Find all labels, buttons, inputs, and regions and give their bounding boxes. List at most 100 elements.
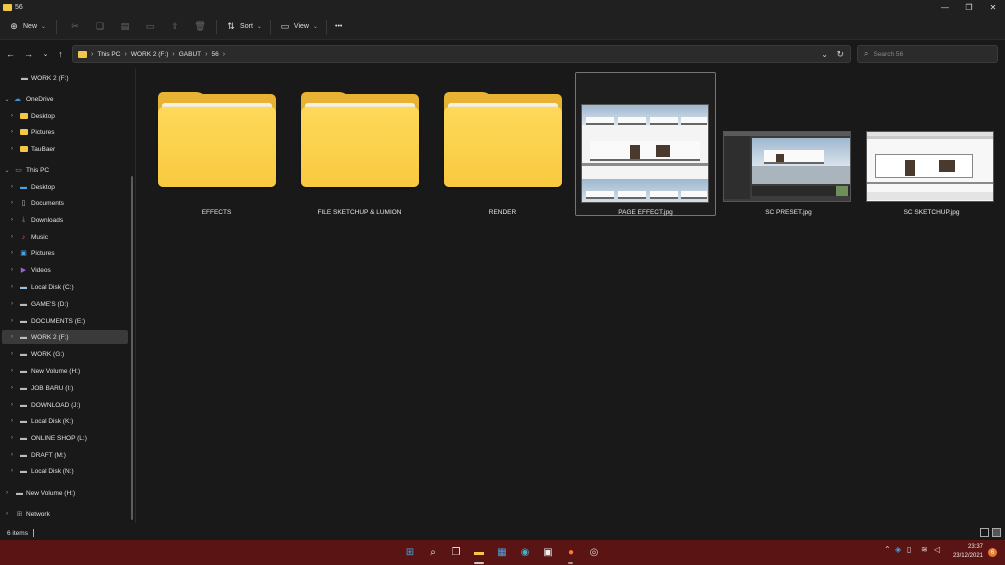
nav-item-drive-j[interactable]: › ▬ DOWNLOAD (J:) xyxy=(2,398,128,412)
chevron-right-icon[interactable]: › xyxy=(8,435,16,441)
chevron-right-icon[interactable]: › xyxy=(8,250,16,256)
paste-button[interactable]: ▤ xyxy=(119,17,131,37)
nav-item-drive-d[interactable]: › ▬ GAME'S (D:) xyxy=(2,297,128,311)
chevron-right-icon[interactable]: › xyxy=(8,418,16,424)
nav-item-drive-c[interactable]: › ▬ Local Disk (C:) xyxy=(2,280,128,294)
nav-item-drive-e[interactable]: › ▬ DOCUMENTS (E:) xyxy=(2,314,128,328)
app-tray-icon[interactable]: ◈ xyxy=(895,545,901,554)
chevron-right-icon[interactable]: › xyxy=(3,490,11,496)
maximize-icon[interactable]: ❐ xyxy=(957,0,981,14)
file-item-sketchup-lumion[interactable]: FILE SKETCHUP & LUMION xyxy=(289,73,430,217)
nav-item-drive-g[interactable]: › ▬ WORK (G:) xyxy=(2,347,128,361)
new-button[interactable]: ⊕ New ⌄ xyxy=(8,17,46,37)
file-item-effects[interactable]: EFFECTS xyxy=(146,73,287,217)
chevron-right-icon[interactable]: › xyxy=(8,301,16,307)
search-icon[interactable]: ⌕ xyxy=(426,545,440,559)
wifi-icon[interactable]: ≋ xyxy=(921,545,928,554)
details-view-icon[interactable] xyxy=(980,528,989,537)
address-bar[interactable]: › This PC › WORK 2 (F:) › GABUT › 56 › ⌄… xyxy=(72,45,851,63)
share-button[interactable]: ⇪ xyxy=(169,17,181,37)
nav-item-documents[interactable]: › ▯ Documents xyxy=(2,196,128,210)
nav-item-drive-n[interactable]: › ▬ Local Disk (N:) xyxy=(2,464,128,478)
app-icon[interactable]: ▣ xyxy=(541,545,555,559)
chevron-right-icon[interactable]: › xyxy=(8,184,16,190)
firefox-icon[interactable]: ● xyxy=(564,545,578,559)
breadcrumb-work2[interactable]: WORK 2 (F:) xyxy=(131,51,169,58)
chevron-right-icon[interactable]: › xyxy=(8,146,16,152)
breadcrumb-56[interactable]: 56 xyxy=(211,51,218,58)
nav-item-this-pc[interactable]: ⌄ ▭ This PC xyxy=(2,163,128,177)
more-button[interactable]: ••• xyxy=(335,17,342,37)
nav-item-music[interactable]: › ♪ Music xyxy=(2,230,128,244)
chevron-right-icon[interactable]: › xyxy=(8,468,16,474)
forward-button[interactable]: → xyxy=(20,45,37,62)
file-item-render[interactable]: RENDER xyxy=(432,73,573,217)
store-icon[interactable]: ▦ xyxy=(495,545,509,559)
refresh-icon[interactable]: ↻ xyxy=(836,49,844,60)
chevron-right-icon[interactable]: › xyxy=(8,318,16,324)
nav-item-downloads[interactable]: › ⤓ Downloads xyxy=(2,213,128,227)
large-icons-view-icon[interactable] xyxy=(992,528,1001,537)
navigation-scrollbar[interactable] xyxy=(131,176,133,520)
chevron-right-icon[interactable]: › xyxy=(8,113,16,119)
chevron-right-icon[interactable]: › xyxy=(8,402,16,408)
volume-icon[interactable]: ◁ xyxy=(934,545,940,554)
file-item-sc-preset[interactable]: SC PRESET.jpg xyxy=(718,73,859,217)
clock[interactable]: 23:37 23/12/2021 xyxy=(953,543,983,561)
nav-item-taubaer[interactable]: › TauBaer xyxy=(2,142,128,156)
back-button[interactable]: ← xyxy=(2,45,19,62)
search-box[interactable]: ⌕ xyxy=(857,45,998,63)
nav-item-pictures[interactable]: › ▣ Pictures xyxy=(2,246,128,260)
chevron-down-icon[interactable]: ⌄ xyxy=(3,167,11,174)
chevron-right-icon[interactable]: › xyxy=(8,385,16,391)
nav-item-drive-l[interactable]: › ▬ ONLINE SHOP (L:) xyxy=(2,431,128,445)
nav-item-desktop[interactable]: › ▬ Desktop xyxy=(2,180,128,194)
task-view-icon[interactable]: ❐ xyxy=(449,545,463,559)
close-icon[interactable]: ✕ xyxy=(981,0,1005,14)
nav-item-work2-top[interactable]: ▬ WORK 2 (F:) xyxy=(2,71,128,85)
delete-button[interactable]: 🗑 xyxy=(194,17,206,37)
chevron-right-icon[interactable]: › xyxy=(8,334,16,340)
view-button[interactable]: ▭ View ⌄ xyxy=(279,17,318,37)
chevron-right-icon[interactable]: › xyxy=(8,267,16,273)
up-button[interactable]: ↑ xyxy=(52,45,69,62)
breadcrumb-gabut[interactable]: GABUT xyxy=(179,51,201,58)
nav-item-drive-m[interactable]: › ▬ DRAFT (M:) xyxy=(2,448,128,462)
chevron-right-icon[interactable]: › xyxy=(8,351,16,357)
search-input[interactable] xyxy=(873,50,984,58)
chevron-right-icon[interactable]: › xyxy=(8,234,16,240)
nav-item-drive-k[interactable]: › ▬ Local Disk (K:) xyxy=(2,414,128,428)
chevron-down-icon[interactable]: ⌄ xyxy=(3,96,11,103)
address-dropdown-icon[interactable]: ⌄ xyxy=(821,50,828,59)
nav-item-network[interactable]: › ⊞ Network xyxy=(2,507,128,521)
chevron-right-icon[interactable]: › xyxy=(8,368,16,374)
chevron-right-icon[interactable]: › xyxy=(8,284,16,290)
nav-item-drive-h[interactable]: › ▬ New Volume (H:) xyxy=(2,364,128,378)
chevron-right-icon[interactable]: › xyxy=(8,217,16,223)
nav-item-new-volume[interactable]: › ▬ New Volume (H:) xyxy=(2,486,128,500)
nav-item-onedrive-desktop[interactable]: › Desktop xyxy=(2,109,128,123)
nav-item-onedrive[interactable]: ⌄ ☁ OneDrive xyxy=(2,92,128,106)
nav-item-onedrive-pictures[interactable]: › Pictures xyxy=(2,125,128,139)
file-item-page-effect[interactable]: PAGE EFFECT.jpg xyxy=(575,72,716,216)
nav-item-videos[interactable]: › ▶ Videos xyxy=(2,263,128,277)
edge-icon[interactable]: ◉ xyxy=(518,545,532,559)
chevron-right-icon[interactable]: › xyxy=(8,129,16,135)
chevron-up-icon[interactable]: ⌃ xyxy=(884,545,891,554)
nav-item-drive-i[interactable]: › ▬ JOB BARU (I:) xyxy=(2,381,128,395)
sort-button[interactable]: ⇅ Sort ⌄ xyxy=(225,17,262,37)
cut-button[interactable]: ✂ xyxy=(69,17,81,37)
minimize-icon[interactable]: — xyxy=(933,0,957,14)
copy-button[interactable]: ❏ xyxy=(94,17,106,37)
notification-badge[interactable]: 6 xyxy=(988,548,997,557)
battery-icon[interactable]: ▯ xyxy=(907,545,911,554)
nav-item-drive-f[interactable]: › ▬ WORK 2 (F:) xyxy=(2,330,128,344)
breadcrumb-this-pc[interactable]: This PC xyxy=(97,51,120,58)
file-item-sc-sketchup[interactable]: SC SKETCHUP.jpg xyxy=(861,73,1002,217)
app-icon[interactable]: ◎ xyxy=(587,545,601,559)
chevron-right-icon[interactable]: › xyxy=(8,452,16,458)
chevron-right-icon[interactable]: › xyxy=(8,200,16,206)
rename-button[interactable]: ▭ xyxy=(144,17,156,37)
chevron-right-icon[interactable]: › xyxy=(3,511,11,517)
file-explorer-icon[interactable]: ▬ xyxy=(472,545,486,559)
